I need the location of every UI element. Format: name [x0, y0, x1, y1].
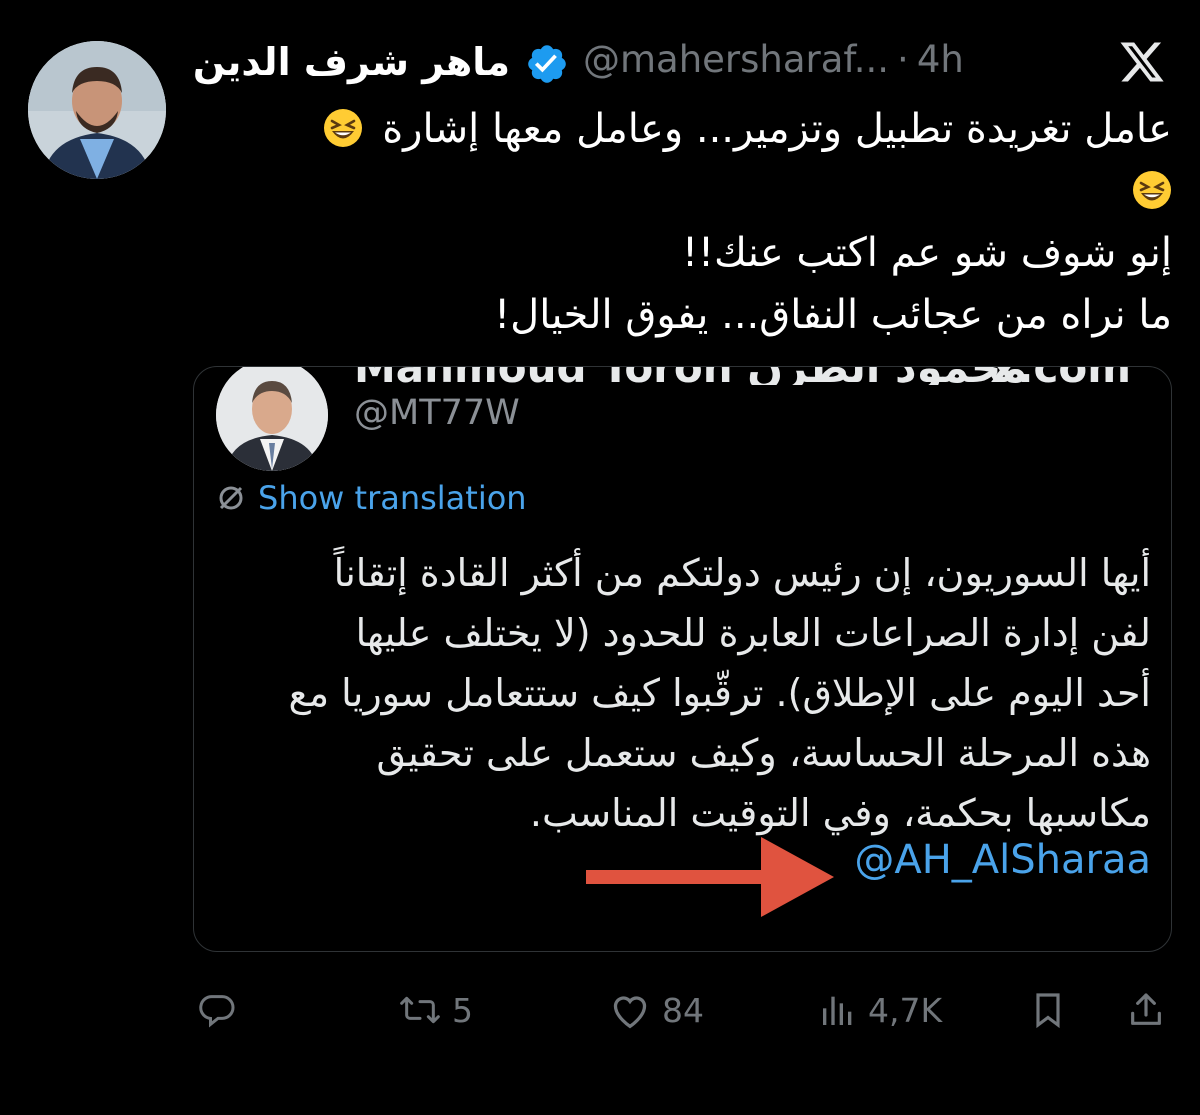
clipped-header: Mahmoud Toron محمود الطرن x.com	[194, 367, 1171, 385]
quoted-line: هذه المرحلة الحساسة، وكيف ستعمل على تحقي…	[376, 731, 1151, 775]
like-button[interactable]: 84	[608, 980, 704, 1040]
author-handle[interactable]: @mahersharaf...	[583, 38, 889, 81]
quoted-text: أيها السوريون، إن رئيس دولتكم من أكثر ال…	[211, 543, 1151, 843]
quoted-image-card[interactable]: Mahmoud Toron محمود الطرن x.com @MT77W S…	[193, 366, 1172, 952]
show-translation-label: Show translation	[258, 479, 527, 517]
meta-separator: ·	[897, 38, 909, 81]
show-translation: Show translation	[216, 479, 527, 517]
quoted-handle: @MT77W	[354, 393, 520, 433]
views-chart-icon	[823, 996, 852, 1025]
grinning-squinting-face-icon	[323, 104, 363, 147]
x-logo-icon[interactable]	[1116, 36, 1168, 88]
views-count: 4,7K	[868, 990, 943, 1030]
tweet-header: @mahersharaf... · 4h	[190, 36, 1180, 92]
tweet-text: عامل تغريدة تطبيل وتزمير... وعامل معها إ…	[192, 98, 1172, 346]
reply-button[interactable]	[198, 980, 248, 1040]
tweet-line: إنو شوف شو عم اكتب عنك!!	[681, 230, 1172, 276]
bookmark-icon	[1036, 993, 1060, 1029]
tweet-time[interactable]: 4h	[917, 38, 964, 81]
quoted-avatar	[216, 367, 328, 471]
tweet-line: عامل تغريدة تطبيل وتزمير... وعامل معها إ…	[192, 98, 1172, 160]
tweet-line: ما نراه من عجائب النفاق... يفوق الخيال!	[494, 292, 1172, 338]
quoted-line: مكاسبها بحكمة، وفي التوقيت المناسب.	[529, 791, 1151, 835]
heart-icon	[613, 996, 647, 1029]
red-arrow-icon	[586, 837, 834, 917]
like-count: 84	[662, 990, 704, 1030]
grinning-squinting-face-icon	[1132, 166, 1172, 209]
quoted-mention: @AH_AlSharaa	[854, 837, 1151, 883]
share-button[interactable]	[1126, 980, 1166, 1040]
retweet-count: 5	[452, 990, 473, 1030]
tweet-actions: 5 84 4,7K	[190, 980, 1180, 1040]
retweet-button[interactable]: 5	[398, 980, 473, 1040]
bookmark-button[interactable]	[1028, 980, 1068, 1040]
quoted-line: أيها السوريون، إن رئيس دولتكم من أكثر ال…	[333, 551, 1151, 595]
translate-icon	[219, 486, 243, 510]
share-icon	[1131, 993, 1161, 1025]
author-avatar[interactable]	[28, 41, 166, 179]
reply-icon	[199, 995, 235, 1028]
retweet-icon	[400, 996, 440, 1024]
views-button[interactable]: 4,7K	[818, 980, 942, 1040]
quoted-line: لفن إدارة الصراعات العابرة للحدود (لا يخ…	[355, 611, 1151, 655]
quoted-line: أحد اليوم على الإطلاق). ترقّبوا كيف ستتع…	[288, 671, 1151, 715]
tweet-line	[192, 160, 1172, 222]
